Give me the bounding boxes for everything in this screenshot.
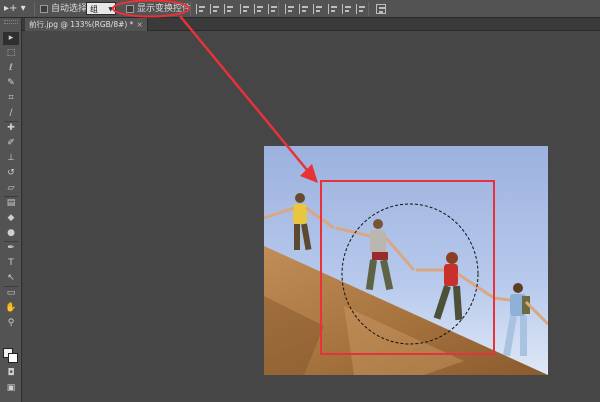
options-separator (34, 2, 35, 16)
document-tab-bar: 前行.jpg @ 133%(RGB/8#) * × (22, 18, 600, 31)
distribute-hcenter-icon[interactable] (342, 4, 352, 14)
document-tab-title: 前行.jpg @ 133%(RGB/8#) * (29, 20, 134, 29)
show-transform-checkbox[interactable] (126, 5, 134, 13)
auto-select-value: 组 (90, 5, 98, 14)
show-transform-label: 显示变换控件 (137, 4, 192, 14)
quick-mask-icon[interactable]: ◘ (3, 367, 19, 380)
align-top-icon[interactable] (196, 4, 206, 14)
path-select-tool-icon[interactable]: ↖ (3, 272, 19, 285)
align-right-icon[interactable] (268, 4, 278, 14)
pen-tool-icon[interactable]: ✒ (3, 242, 19, 255)
auto-align-layers-icon[interactable] (376, 4, 386, 14)
align-bottom-icon[interactable] (224, 4, 234, 14)
healing-tool-icon[interactable]: ✚ (3, 122, 19, 135)
align-vcenter-icon[interactable] (210, 4, 220, 14)
zoom-tool-icon[interactable]: ⚲ (3, 317, 19, 330)
distribute-top-icon[interactable] (285, 4, 295, 14)
align-left-icon[interactable] (240, 4, 250, 14)
marquee-tool-icon[interactable]: ⬚ (3, 47, 19, 60)
options-separator (278, 2, 279, 16)
auto-select-label: 自动选择: (51, 4, 91, 14)
align-hcenter-icon[interactable] (254, 4, 264, 14)
panel-grip[interactable] (4, 20, 18, 24)
tools-panel: ▸ ⬚ ℓ ✎ ⌗ ∕ ✚ ✐ ⊥ ↺ ▱ ▤ ◆ ● ✒ T ↖ ▭ ✋ ⚲ ◘ ▣ (0, 18, 22, 402)
move-tool-icon[interactable]: ▸ (3, 32, 19, 45)
chevron-down-icon: ▼ (108, 6, 113, 13)
options-bar: ▸+ ▾ 自动选择: 组 ▼ 显示变换控件 (0, 0, 600, 18)
background-color-swatch[interactable] (8, 353, 18, 363)
distribute-vcenter-icon[interactable] (299, 4, 309, 14)
auto-select-dropdown[interactable]: 组 ▼ (86, 2, 116, 15)
brush-tool-icon[interactable]: ✐ (3, 137, 19, 150)
hand-tool-icon[interactable]: ✋ (3, 302, 19, 315)
eyedropper-tool-icon[interactable]: ∕ (3, 107, 19, 120)
move-tool-preset-icon[interactable]: ▸+ ▾ (4, 3, 26, 15)
eraser-tool-icon[interactable]: ▱ (3, 182, 19, 195)
type-tool-icon[interactable]: T (3, 257, 19, 270)
options-separator (190, 2, 191, 16)
lasso-tool-icon[interactable]: ℓ (3, 62, 19, 75)
screen-mode-icon[interactable]: ▣ (3, 382, 19, 395)
history-brush-tool-icon[interactable]: ↺ (3, 167, 19, 180)
distribute-right-icon[interactable] (356, 4, 366, 14)
crop-tool-icon[interactable]: ⌗ (3, 92, 19, 105)
distribute-left-icon[interactable] (328, 4, 338, 14)
stamp-tool-icon[interactable]: ⊥ (3, 152, 19, 165)
dodge-tool-icon[interactable]: ● (3, 227, 19, 240)
distribute-bottom-icon[interactable] (313, 4, 323, 14)
hikers-photo (264, 146, 548, 375)
options-separator (368, 2, 369, 16)
close-icon[interactable]: × (136, 20, 142, 29)
auto-select-checkbox[interactable] (40, 5, 48, 13)
document-tab[interactable]: 前行.jpg @ 133%(RGB/8#) * × (25, 18, 148, 31)
blur-tool-icon[interactable]: ◆ (3, 212, 19, 225)
gradient-tool-icon[interactable]: ▤ (3, 197, 19, 210)
document-image[interactable] (264, 146, 548, 375)
quick-select-tool-icon[interactable]: ✎ (3, 77, 19, 90)
shape-tool-icon[interactable]: ▭ (3, 287, 19, 300)
